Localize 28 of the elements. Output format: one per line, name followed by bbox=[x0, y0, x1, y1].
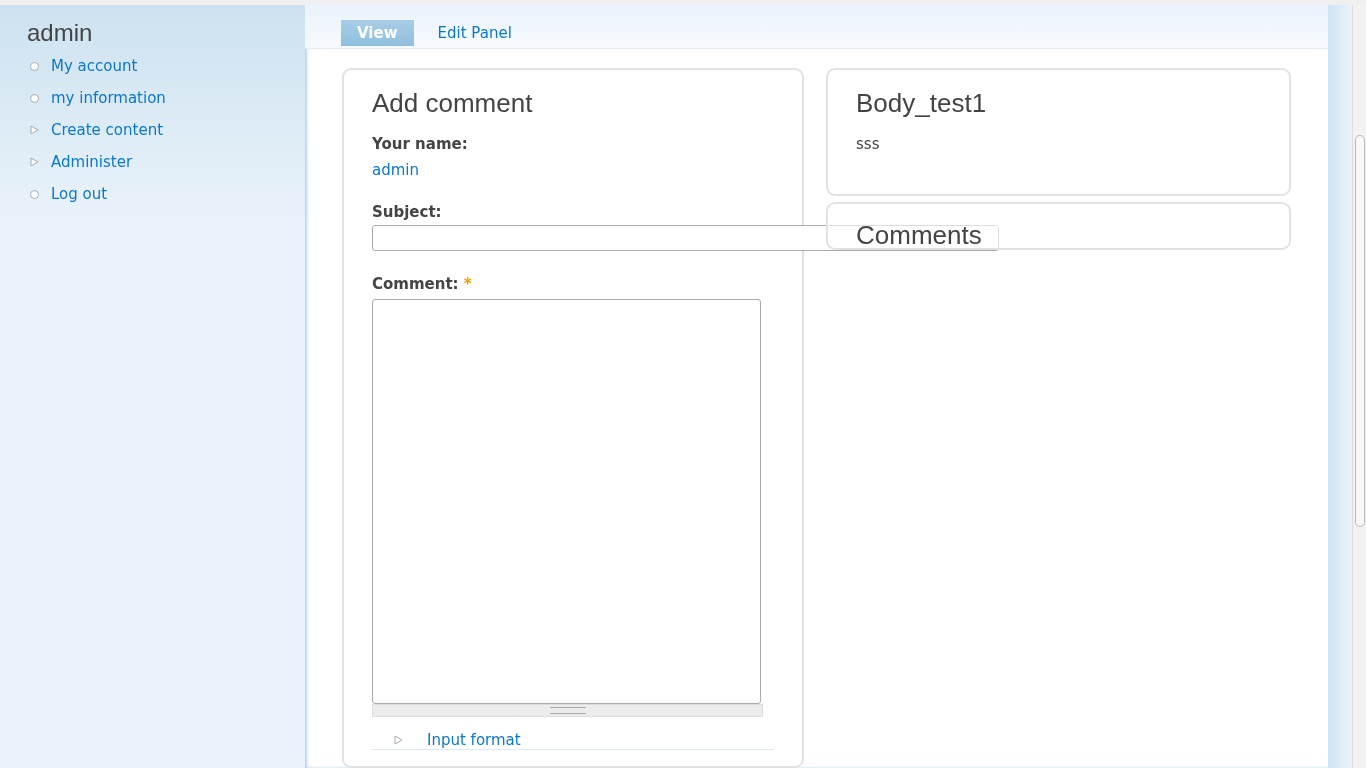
circle-bullet-icon bbox=[30, 61, 39, 71]
comment-field[interactable] bbox=[372, 299, 761, 704]
required-mark: * bbox=[463, 275, 472, 293]
scroll-thumb[interactable] bbox=[1355, 135, 1365, 527]
menu-link[interactable]: Create content bbox=[51, 121, 164, 139]
menu-link[interactable]: Administer bbox=[51, 153, 133, 171]
menu-link[interactable]: Log out bbox=[51, 185, 108, 203]
scrollbar[interactable] bbox=[1352, 5, 1366, 768]
card-title: Comments bbox=[856, 222, 983, 248]
field-label: Comment: bbox=[372, 275, 459, 293]
triangle-icon bbox=[394, 735, 403, 745]
circle-bullet-icon bbox=[30, 93, 39, 103]
user-link[interactable]: admin bbox=[372, 161, 774, 179]
resize-handle[interactable] bbox=[372, 704, 763, 717]
menu-link[interactable]: my information bbox=[51, 89, 166, 107]
card-title: Add comment bbox=[372, 88, 534, 119]
field-label: Subject: bbox=[372, 203, 443, 221]
body-text: sss bbox=[856, 135, 881, 153]
menu-link[interactable]: My account bbox=[51, 57, 138, 75]
triangle-bullet-icon bbox=[30, 125, 39, 135]
circle-bullet-icon bbox=[30, 189, 39, 199]
sidebar-title: admin bbox=[27, 19, 94, 47]
fieldset-link[interactable]: Input format bbox=[413, 731, 521, 749]
triangle-bullet-icon bbox=[30, 157, 39, 167]
card-title: Body_test1 bbox=[856, 88, 988, 119]
field-label: Your name: bbox=[372, 135, 469, 153]
subject-field[interactable] bbox=[372, 225, 999, 251]
tab[interactable]: Edit Panel bbox=[437, 20, 512, 46]
